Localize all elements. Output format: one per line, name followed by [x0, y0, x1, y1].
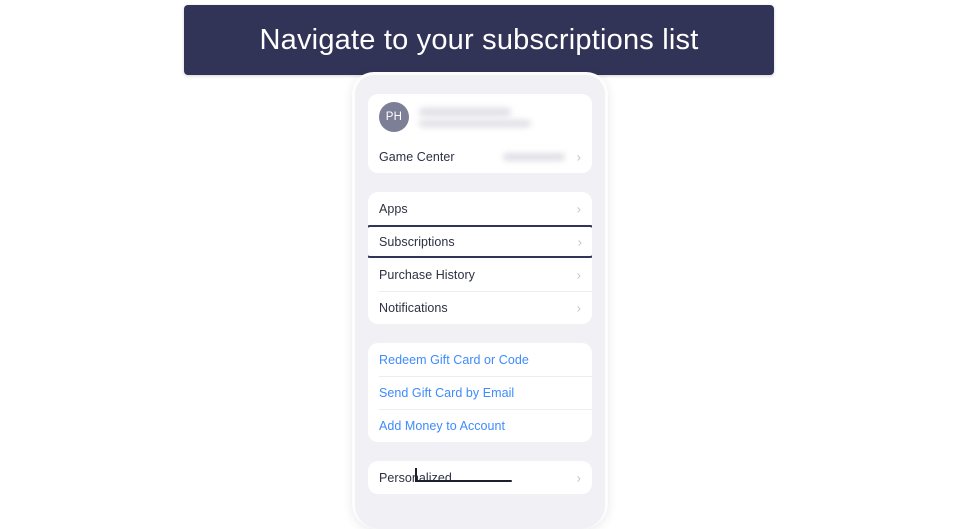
chevron-right-icon: › — [576, 149, 581, 164]
menu-item-notifications-label: Notifications — [379, 300, 448, 315]
row-personalized[interactable]: Personalized › — [368, 461, 592, 494]
row-game-center[interactable]: Game Center › — [368, 140, 592, 173]
menu-item-subscriptions-label: Subscriptions — [379, 234, 455, 249]
account-email-redacted — [419, 119, 531, 127]
subscriptions-highlight: Subscriptions › — [368, 225, 592, 258]
chevron-right-icon: › — [576, 300, 581, 315]
menu-item-notifications[interactable]: Notifications › — [368, 291, 592, 324]
action-send-gift-card-label: Send Gift Card by Email — [379, 385, 515, 400]
instruction-banner: Navigate to your subscriptions list — [184, 5, 774, 75]
phone-screen[interactable]: PH Game Center › Apps › Subscriptions › … — [355, 75, 605, 529]
action-redeem-gift-card[interactable]: Redeem Gift Card or Code — [368, 343, 592, 376]
chevron-right-icon: › — [576, 470, 581, 485]
instruction-banner-text: Navigate to your subscriptions list — [259, 23, 699, 56]
phone-mockup: PH Game Center › Apps › Subscriptions › … — [352, 72, 608, 529]
menu-item-purchase-history[interactable]: Purchase History › — [368, 258, 592, 291]
action-send-gift-card[interactable]: Send Gift Card by Email — [368, 376, 592, 409]
annotation-underline — [415, 480, 512, 482]
account-name-redacted — [419, 107, 511, 116]
personalized-card: Personalized › — [368, 461, 592, 494]
menu-item-purchase-history-label: Purchase History — [379, 267, 475, 282]
gift-card-actions: Redeem Gift Card or Code Send Gift Card … — [368, 343, 592, 442]
screenshot-canvas: Navigate to your subscriptions list PH G… — [0, 0, 959, 529]
menu-item-apps[interactable]: Apps › — [368, 192, 592, 225]
account-card: PH Game Center › — [368, 94, 592, 173]
avatar: PH — [379, 102, 409, 132]
action-add-money-label: Add Money to Account — [379, 418, 506, 433]
menu-item-subscriptions[interactable]: Subscriptions › — [368, 225, 592, 258]
chevron-right-icon: › — [577, 234, 582, 249]
menu-card: Apps › Subscriptions › Purchase History … — [368, 192, 592, 324]
action-redeem-gift-card-label: Redeem Gift Card or Code — [379, 352, 529, 367]
row-game-center-label: Game Center — [379, 149, 455, 164]
menu-item-apps-label: Apps — [379, 201, 408, 216]
account-identity — [419, 107, 531, 127]
chevron-right-icon: › — [576, 201, 581, 216]
account-header-row[interactable]: PH — [368, 94, 592, 140]
game-center-value-redacted — [503, 152, 565, 161]
action-add-money[interactable]: Add Money to Account — [368, 409, 592, 442]
chevron-right-icon: › — [576, 267, 581, 282]
